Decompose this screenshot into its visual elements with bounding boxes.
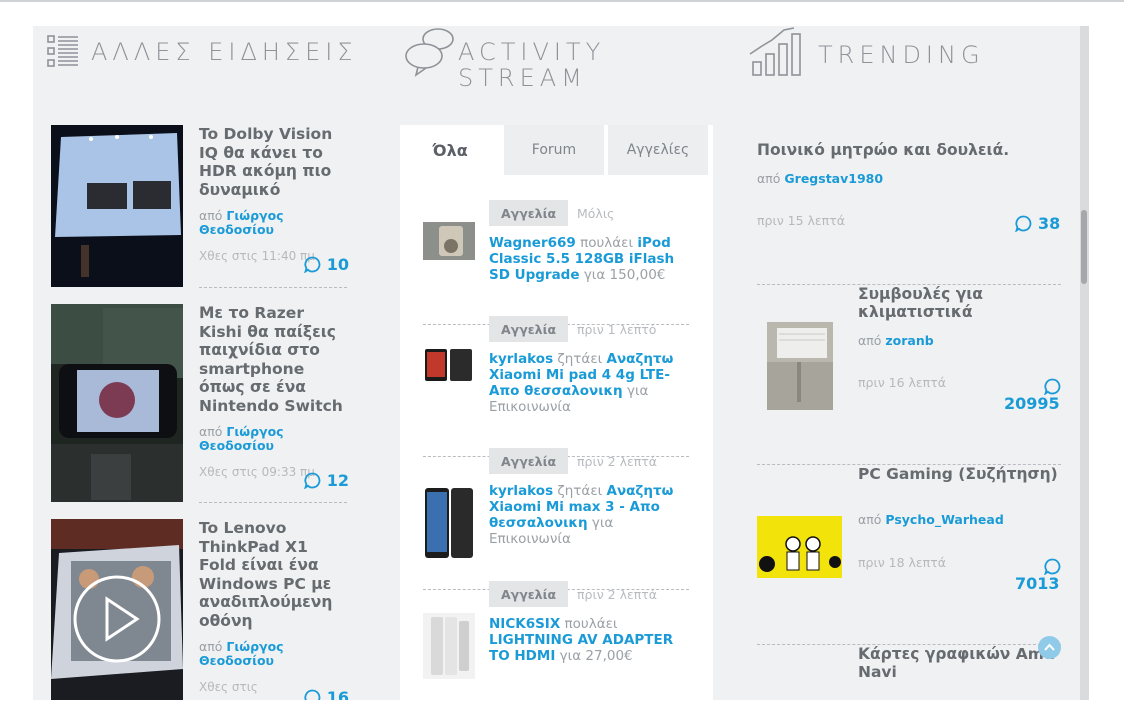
trending-time: πριν 18 λεπτά [858, 555, 946, 570]
trending-time: πριν 15 λεπτά [757, 213, 845, 228]
divider [199, 287, 347, 288]
article-title[interactable]: To Lenovo ThinkPad X1 Fold είναι ένα Win… [199, 519, 349, 630]
activity-tabs: Όλα Forum Αγγελίες [400, 125, 713, 175]
activity-user-link[interactable]: NICK6SIX [489, 616, 560, 632]
activity-time: πριν 1 λεπτό [577, 322, 657, 337]
content-panel: ΑΛΛΕΣ ΕΙΔΗΣΕΙΣ ACTIVITY STREAM TRENDING … [33, 26, 1080, 700]
activity-thumbnail[interactable] [423, 222, 475, 260]
classified-badge: Αγγελία [489, 581, 569, 607]
news-header-title: ΑΛΛΕΣ ΕΙΔΗΣΕΙΣ [91, 38, 358, 66]
activity-text: NICK6SIX πουλάει LIGHTNING AV ADAPTER TO… [489, 616, 674, 664]
comment-bubble-icon [303, 472, 321, 489]
trending-title[interactable]: Συμβουλές για κλιματιστικά [858, 285, 1058, 321]
article-body: To Lenovo ThinkPad X1 Fold είναι ένα Win… [199, 519, 349, 700]
activity-thumbnail[interactable] [423, 486, 475, 560]
trending-comment-count[interactable]: 20995 [1004, 394, 1060, 413]
comment-bubble-icon [1015, 215, 1032, 232]
trending-byline: από zoranb [858, 333, 934, 348]
activity-header: ACTIVITY STREAM [404, 26, 605, 91]
activity-text: Wagner669 πουλάει iPod Classic 5.5 128GB… [489, 235, 675, 283]
activity-user-link[interactable]: Wagner669 [489, 235, 576, 251]
article-title[interactable]: To Dolby Vision IQ θα κάνει το HDR ακόμη… [199, 125, 349, 199]
article-meta: Χθες στις 11:40 πμ 10 [199, 249, 349, 281]
trending-author[interactable]: Gregstav1980 [784, 171, 883, 186]
trending-thumbnail[interactable] [757, 516, 842, 578]
trending-author[interactable]: Psycho_Warhead [885, 512, 1003, 527]
article-card[interactable]: To Dolby Vision IQ θα κάνει το HDR ακόμη… [51, 125, 349, 291]
activity-item: Αγγελία πριν 1 λεπτό kyrlakos ζητάει Ανα… [423, 316, 689, 436]
activity-text: kyrlakos ζητάει Αναζητω Xiaomi Mi max 3 … [489, 483, 674, 547]
divider [199, 502, 347, 503]
activity-time: πριν 2 λεπτά [577, 587, 658, 602]
activity-stream: Όλα Forum Αγγελίες Αγγελία Μόλις Wagner6… [400, 125, 713, 700]
news-header: ΑΛΛΕΣ ΕΙΔΗΣΕΙΣ [47, 34, 358, 74]
activity-text: kyrlakos ζητάει Αναζητω Xiaomi Mi pad 4 … [489, 351, 674, 415]
article-meta: Χθες στις 09:33 πμ 12 [199, 465, 349, 497]
tab-forum[interactable]: Forum [504, 125, 604, 175]
list-icon [47, 34, 79, 74]
tab-classifieds[interactable]: Αγγελίες [608, 125, 708, 175]
article-card[interactable]: To Lenovo ThinkPad X1 Fold είναι ένα Win… [51, 519, 349, 700]
comment-count[interactable]: 12 [303, 471, 349, 490]
classified-badge: Αγγελία [489, 200, 569, 226]
scroll-top-button[interactable] [1038, 636, 1061, 659]
scroll-top-icon [1044, 643, 1055, 651]
tab-all[interactable]: Όλα [400, 125, 500, 175]
trending-title[interactable]: Ποινικό μητρώο και δουλειά. [757, 141, 1057, 159]
activity-item: Αγγελία πριν 2 λεπτά kyrlakos ζητάει Ανα… [423, 448, 689, 568]
trending-time: πριν 16 λεπτά [858, 375, 946, 390]
trending-comment-count[interactable]: 7013 [1015, 574, 1060, 593]
comment-count[interactable]: 16 [304, 688, 349, 700]
activity-header-line1: ACTIVITY [458, 38, 606, 66]
activity-time: πριν 2 λεπτά [577, 454, 658, 469]
classified-badge: Αγγελία [489, 448, 569, 474]
article-byline: από Γιώργος Θεοδοσίου [199, 639, 284, 668]
activity-time: Μόλις [577, 206, 615, 221]
activity-user-link[interactable]: kyrlakos [489, 351, 553, 367]
trending-title[interactable]: PC Gaming (Συζήτηση) [858, 465, 1058, 483]
trending-byline: από Psycho_Warhead [858, 512, 1004, 527]
article-byline: από Γιώργος Θεοδοσίου [199, 424, 284, 453]
trending-thumbnail[interactable] [767, 322, 833, 410]
trending-title[interactable]: Κάρτες γραφικών Amd Navi [858, 645, 1068, 681]
comment-bubble-icon [303, 256, 321, 273]
article-image[interactable] [51, 304, 183, 502]
trending-header-title: TRENDING [818, 41, 985, 69]
article-image[interactable] [51, 125, 183, 287]
activity-header-line2: STREAM [458, 64, 587, 92]
trending-header: TRENDING [748, 26, 985, 82]
trending-author[interactable]: zoranb [885, 333, 933, 348]
activity-thumbnail[interactable] [423, 613, 475, 679]
top-border [0, 0, 1124, 2]
comment-bubble-icon [304, 689, 321, 700]
activity-item: Αγγελία πριν 2 λεπτά NICK6SIX πουλάει LI… [423, 581, 689, 700]
trending-comment-count[interactable]: 38 [1015, 214, 1060, 233]
activity-item: Αγγελία Μόλις Wagner669 πουλάει iPod Cla… [423, 200, 689, 300]
scrollbar-track[interactable] [1080, 26, 1089, 700]
article-card[interactable]: Με το Razer Kishi θα παίξεις παιχνίδια σ… [51, 304, 349, 504]
bar-chart-icon [748, 26, 804, 82]
article-body: Με το Razer Kishi θα παίξεις παιχνίδια σ… [199, 304, 349, 497]
activity-user-link[interactable]: kyrlakos [489, 483, 553, 499]
trending-byline: από Gregstav1980 [757, 171, 884, 186]
classified-badge: Αγγελία [489, 316, 569, 342]
chat-bubbles-icon [404, 26, 456, 82]
article-meta: Χθες στις 16 [199, 680, 349, 700]
article-title[interactable]: Με το Razer Kishi θα παίξεις παιχνίδια σ… [199, 304, 349, 415]
scrollbar-thumb[interactable] [1081, 210, 1087, 284]
activity-thumbnail[interactable] [423, 346, 475, 384]
article-byline: από Γιώργος Θεοδοσίου [199, 208, 284, 237]
article-body: To Dolby Vision IQ θα κάνει το HDR ακόμη… [199, 125, 349, 281]
article-image[interactable] [51, 519, 183, 700]
comment-count[interactable]: 10 [303, 255, 349, 274]
